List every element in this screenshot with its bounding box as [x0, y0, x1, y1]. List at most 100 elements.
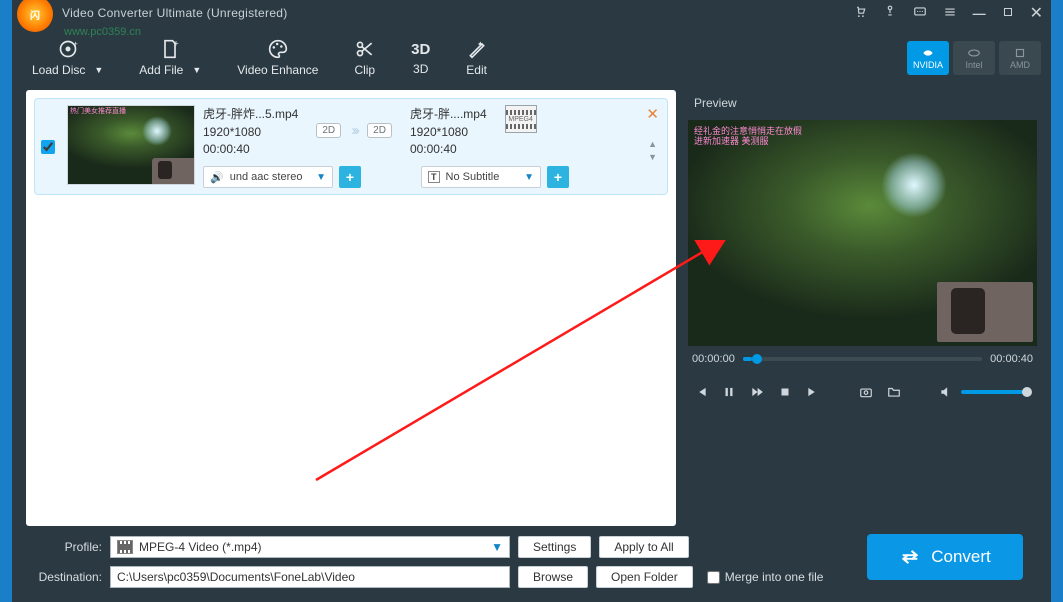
- preview-panel: Preview 经礼金的注意悄悄走在放假进新加速器 美测服 00:00:00 0…: [688, 90, 1037, 526]
- merge-checkbox[interactable]: [707, 571, 720, 584]
- destination-input[interactable]: C:\Users\pc0359\Documents\FoneLab\Video: [110, 566, 510, 588]
- seek-bar[interactable]: [743, 357, 982, 361]
- watermark-url: www.pc0359.cn: [64, 26, 141, 38]
- subtitle-select[interactable]: T No Subtitle ▼: [421, 166, 541, 188]
- file-item[interactable]: ✕ ▲ ▼ 热门美女推荐直播 虎牙-胖炸...5.mp4: [34, 98, 668, 195]
- merge-checkbox-wrap[interactable]: Merge into one file: [707, 570, 824, 584]
- apply-all-button[interactable]: Apply to All: [599, 536, 688, 558]
- file-thumbnail[interactable]: 热门美女推荐直播: [67, 105, 195, 185]
- chevron-down-icon: ▼: [491, 540, 503, 554]
- arrow-icon: ›››: [351, 122, 357, 139]
- profile-select[interactable]: MPEG-4 Video (*.mp4) ▼: [110, 536, 510, 558]
- snapshot-folder-icon[interactable]: [887, 385, 901, 399]
- chevron-down-icon: ▼: [192, 65, 201, 75]
- mpeg-icon: [117, 540, 133, 554]
- three-d-button[interactable]: 3D 3D: [411, 41, 430, 76]
- video-enhance-button[interactable]: Video Enhance: [237, 39, 318, 77]
- wand-icon: [467, 39, 487, 59]
- load-disc-button[interactable]: + Load Disc ▼: [32, 39, 103, 77]
- current-time: 00:00:00: [692, 353, 735, 365]
- load-disc-label: Load Disc: [32, 63, 85, 77]
- profile-label: Profile:: [26, 540, 102, 554]
- window-title: Video Converter Ultimate (Unregistered): [62, 6, 288, 20]
- total-time: 00:00:40: [990, 353, 1033, 365]
- playback-controls: [688, 372, 1037, 412]
- output-format-icon[interactable]: MPEG4: [505, 105, 537, 133]
- gpu-amd-button[interactable]: AMD: [999, 41, 1041, 75]
- preview-header: Preview: [694, 96, 737, 110]
- next-clip-icon[interactable]: [806, 385, 820, 399]
- volume-icon[interactable]: [939, 385, 953, 399]
- webcam-overlay: [937, 282, 1033, 342]
- volume-control: [939, 385, 1031, 399]
- snapshot-icon[interactable]: [859, 385, 873, 399]
- add-audio-button[interactable]: +: [339, 166, 361, 188]
- source-info: 虎牙-胖炸...5.mp4 1920*1080 00:00:40: [203, 105, 298, 156]
- speaker-icon: 🔊: [210, 171, 224, 184]
- register-icon[interactable]: [883, 5, 897, 22]
- remove-file-icon[interactable]: ✕: [646, 105, 659, 123]
- add-file-button[interactable]: + Add File ▼: [139, 39, 201, 77]
- fast-forward-icon[interactable]: [750, 385, 764, 399]
- feedback-icon[interactable]: [913, 5, 927, 22]
- annotation-arrow: [286, 240, 726, 500]
- three-d-label: 3D: [413, 62, 428, 76]
- file-checkbox[interactable]: [41, 140, 55, 154]
- audio-track-select[interactable]: 🔊 und aac stereo ▼: [203, 166, 333, 188]
- move-down-icon[interactable]: ▼: [648, 152, 657, 162]
- edit-label: Edit: [466, 63, 487, 77]
- gpu-intel-button[interactable]: Intel: [953, 41, 995, 75]
- maximize-button[interactable]: [1002, 6, 1014, 21]
- convert-icon: [899, 546, 921, 568]
- edit-button[interactable]: Edit: [466, 39, 487, 77]
- merge-label: Merge into one file: [725, 570, 824, 584]
- volume-slider[interactable]: [961, 390, 1031, 394]
- browse-button[interactable]: Browse: [518, 566, 588, 588]
- main-area: ✕ ▲ ▼ 热门美女推荐直播 虎牙-胖炸...5.mp4: [12, 90, 1051, 526]
- chevron-down-icon: ▼: [316, 172, 326, 183]
- enhance-label: Video Enhance: [237, 63, 318, 77]
- stop-icon[interactable]: [778, 385, 792, 399]
- three-d-icon: 3D: [411, 41, 430, 58]
- svg-text:+: +: [73, 39, 78, 49]
- chevron-down-icon: ▼: [94, 65, 103, 75]
- target-2d-badge: 2D: [367, 123, 392, 138]
- palette-icon: [268, 39, 288, 59]
- system-tray: — ✕: [853, 3, 1043, 23]
- menu-icon[interactable]: [943, 5, 957, 22]
- prev-clip-icon[interactable]: [694, 385, 708, 399]
- clip-button[interactable]: Clip: [354, 39, 375, 77]
- target-filename: 虎牙-胖....mp4: [410, 105, 487, 122]
- close-button[interactable]: ✕: [1030, 3, 1043, 23]
- cart-icon[interactable]: [853, 5, 867, 22]
- conversion-arrow: 2D ››› 2D: [316, 105, 392, 156]
- gpu-nvidia-button[interactable]: NVIDIA: [907, 41, 949, 75]
- video-watermark: 经礼金的注意悄悄走在放假进新加速器 美测服: [694, 126, 802, 146]
- preview-video[interactable]: 经礼金的注意悄悄走在放假进新加速器 美测服: [688, 120, 1037, 346]
- main-toolbar: + Load Disc ▼ + Add File ▼ Video Enhance C…: [12, 26, 1051, 90]
- minimize-button[interactable]: —: [973, 6, 986, 21]
- open-folder-button[interactable]: Open Folder: [596, 566, 693, 588]
- target-duration: 00:00:40: [410, 142, 487, 156]
- source-resolution: 1920*1080: [203, 125, 298, 139]
- target-info: 虎牙-胖....mp4 1920*1080 00:00:40: [410, 105, 487, 156]
- target-resolution: 1920*1080: [410, 125, 487, 139]
- add-file-label: Add File: [139, 63, 183, 77]
- move-up-icon[interactable]: ▲: [648, 139, 657, 149]
- source-2d-badge: 2D: [316, 123, 341, 138]
- file-checkbox-wrap: [41, 105, 55, 188]
- file-list-panel: ✕ ▲ ▼ 热门美女推荐直播 虎牙-胖炸...5.mp4: [26, 90, 676, 526]
- title-bar: 闪 Video Converter Ultimate (Unregistered…: [12, 0, 1051, 26]
- convert-button[interactable]: Convert: [867, 534, 1023, 580]
- file-add-icon: +: [160, 39, 180, 59]
- destination-label: Destination:: [26, 570, 102, 584]
- app-window: 闪 Video Converter Ultimate (Unregistered…: [12, 0, 1051, 602]
- add-subtitle-button[interactable]: +: [547, 166, 569, 188]
- source-duration: 00:00:40: [203, 142, 298, 156]
- chevron-down-icon: ▼: [524, 172, 534, 183]
- disc-icon: +: [58, 39, 78, 59]
- seek-row: 00:00:00 00:00:40: [688, 346, 1037, 372]
- gpu-selector: NVIDIA Intel AMD: [907, 41, 1041, 75]
- settings-button[interactable]: Settings: [518, 536, 591, 558]
- pause-icon[interactable]: [722, 385, 736, 399]
